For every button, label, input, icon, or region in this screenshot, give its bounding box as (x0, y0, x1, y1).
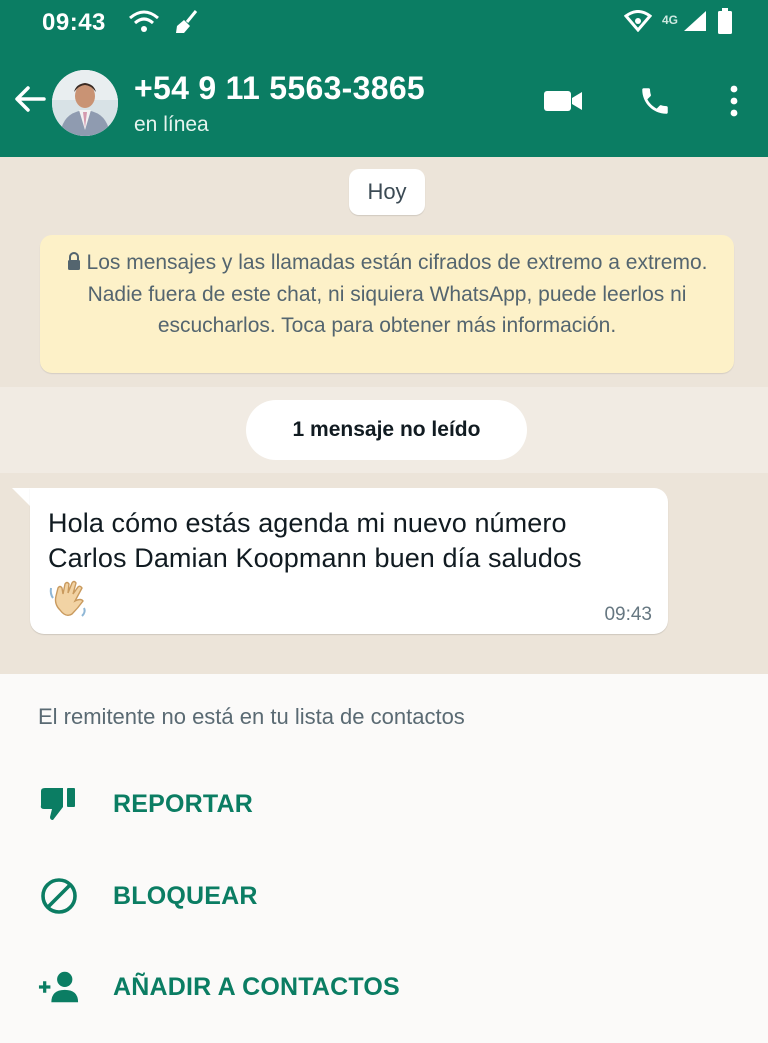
add-contact-label: AÑADIR A CONTACTOS (113, 973, 400, 1001)
more-options-button[interactable] (720, 83, 748, 123)
arrow-left-icon (14, 85, 46, 118)
wifi-icon (128, 10, 160, 39)
encryption-notice-text: Los mensajes y las llamadas están cifrad… (86, 251, 708, 337)
broom-icon (174, 10, 200, 39)
app-bar: +54 9 11 5563-3865 en línea (0, 56, 768, 156)
signal-icon (682, 9, 708, 38)
contact-name[interactable]: +54 9 11 5563-3865 (134, 70, 425, 107)
video-call-icon (543, 89, 583, 118)
message-timestamp: 09:43 (604, 604, 652, 625)
report-label: REPORTAR (113, 790, 254, 818)
add-person-icon (38, 967, 80, 1007)
contact-status: en línea (134, 113, 209, 136)
encryption-notice[interactable]: Los mensajes y las llamadas están cifrad… (40, 235, 734, 373)
battery-icon (718, 8, 732, 39)
status-bar: 09:43 4G (0, 0, 768, 48)
add-contact-button[interactable]: AÑADIR A CONTACTOS (0, 951, 768, 1023)
network-type-label: 4G (661, 12, 678, 27)
waving-hand-icon (48, 578, 650, 625)
unknown-sender-caption: El remitente no está en tu lista de cont… (38, 704, 465, 729)
contact-avatar[interactable] (52, 70, 118, 136)
block-label: BLOQUEAR (113, 882, 258, 910)
date-chip: Hoy (349, 169, 425, 215)
bubble-tail (12, 488, 32, 508)
chat-header: 09:43 4G +54 9 11 5563-3865 en línea (0, 0, 768, 157)
chat-area[interactable]: Hoy Los mensajes y las llamadas están ci… (0, 157, 768, 674)
hotspot-icon (623, 10, 653, 37)
voice-call-icon (638, 84, 672, 123)
message-text: Hola cómo estás agenda mi nuevo número C… (48, 508, 582, 573)
status-time: 09:43 (42, 9, 106, 36)
block-button[interactable]: BLOQUEAR (0, 860, 768, 932)
report-button[interactable]: REPORTAR (0, 768, 768, 840)
lock-icon (67, 248, 81, 279)
block-icon (38, 876, 80, 916)
voice-call-button[interactable] (634, 83, 676, 123)
unread-count-chip: 1 mensaje no leído (246, 400, 527, 460)
video-call-button[interactable] (541, 83, 585, 123)
incoming-message[interactable]: Hola cómo estás agenda mi nuevo número C… (30, 488, 668, 634)
back-button[interactable] (12, 83, 48, 119)
unknown-sender-panel: El remitente no está en tu lista de cont… (0, 674, 768, 1043)
more-vert-icon (729, 85, 739, 122)
thumb-down-icon (38, 784, 80, 824)
